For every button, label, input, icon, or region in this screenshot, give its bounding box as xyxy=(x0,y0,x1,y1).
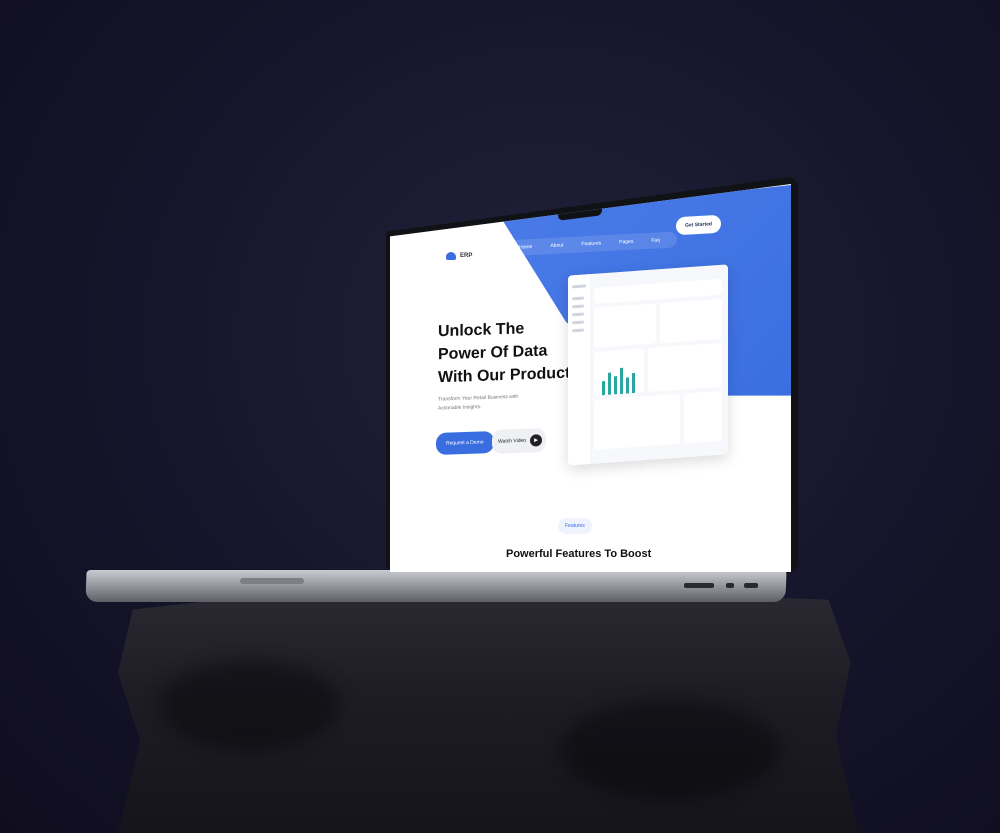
get-started-button[interactable]: Get Started xyxy=(676,214,721,236)
bar-mark xyxy=(626,377,629,394)
rock-shadow xyxy=(560,700,780,800)
port-icon xyxy=(726,583,734,588)
laptop-screen: ERP Home About Features Pages Faq Get St… xyxy=(390,184,791,572)
hdmi-port-icon xyxy=(744,583,758,588)
brand-name: ERP xyxy=(460,253,473,259)
summary-card xyxy=(594,303,656,348)
brand-logo[interactable]: ERP xyxy=(446,252,472,260)
watch-video-button[interactable]: Watch Video ▶ xyxy=(492,428,547,454)
rock-shadow xyxy=(160,660,340,750)
play-icon: ▶ xyxy=(530,434,543,447)
dashboard-preview xyxy=(568,264,728,466)
request-demo-button[interactable]: Request a Demo xyxy=(436,430,494,456)
hero-title-line: With Our Product xyxy=(438,365,571,387)
features-pill: Features xyxy=(558,518,592,534)
bar-mark xyxy=(602,381,605,396)
area-chart-card xyxy=(648,342,722,392)
laptop-base xyxy=(85,570,787,602)
map-card xyxy=(684,390,722,444)
cloud-icon xyxy=(446,252,456,260)
bar-mark xyxy=(614,376,617,395)
nav-about[interactable]: About xyxy=(541,240,572,252)
watch-video-label: Watch Video xyxy=(498,437,527,445)
table-card xyxy=(594,393,680,450)
laptop-lid-notch xyxy=(240,578,304,584)
line-chart-card xyxy=(660,298,722,344)
bar-mark xyxy=(632,372,635,394)
features-title: Powerful Features To Boost xyxy=(506,548,652,560)
hero-subtitle: Transform Your Retail Business with Acti… xyxy=(438,393,519,412)
nav-pages[interactable]: Pages xyxy=(610,236,642,248)
bar-mark xyxy=(608,372,611,395)
nav-faq[interactable]: Faq xyxy=(642,235,669,246)
bar-chart-card xyxy=(594,348,644,396)
nav-home[interactable]: Home xyxy=(510,242,541,254)
sd-slot-icon xyxy=(684,583,714,588)
dashboard-sidebar xyxy=(568,274,590,466)
bar-mark xyxy=(620,367,623,394)
nav-features[interactable]: Features xyxy=(572,238,610,250)
hero-title: Unlock The Power Of Data With Our Produc… xyxy=(438,316,570,390)
